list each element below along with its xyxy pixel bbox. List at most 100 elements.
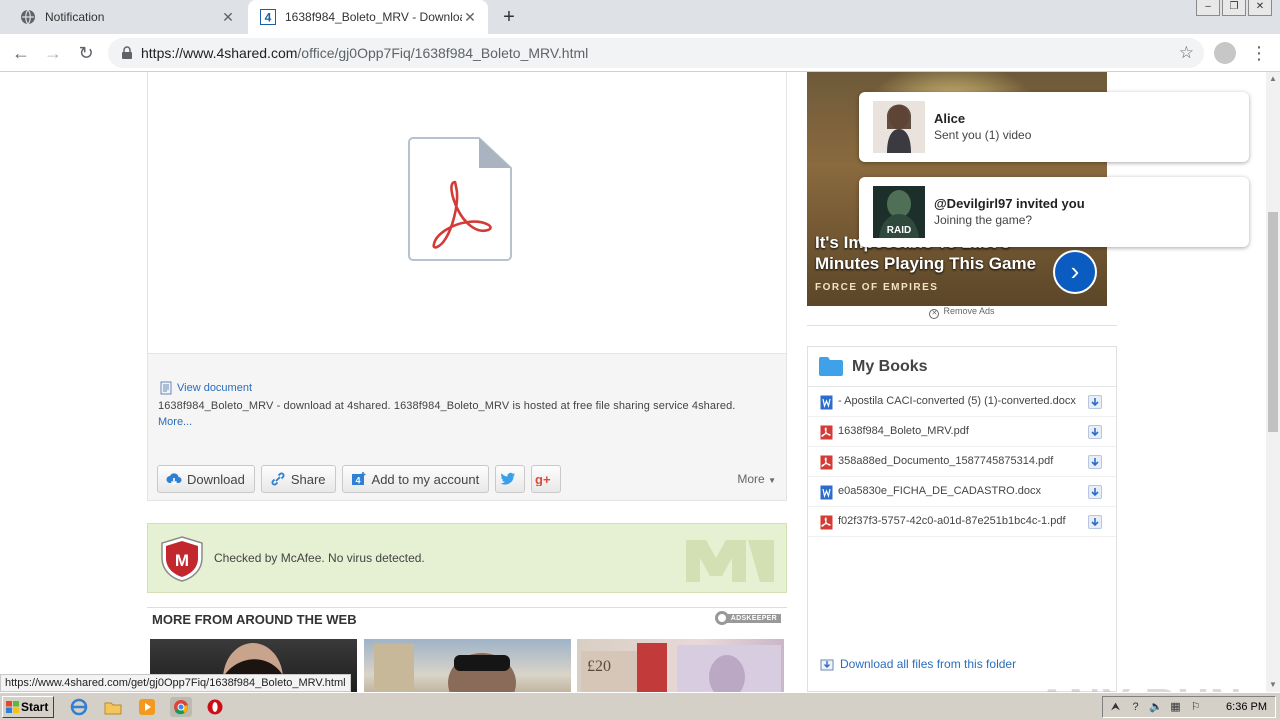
tab-title: 1638f984_Boleto_MRV - Download - — [285, 10, 462, 24]
scroll-up-arrow-icon[interactable]: ▲ — [1268, 74, 1278, 84]
twitter-button[interactable] — [495, 465, 526, 493]
bookmark-star-icon[interactable]: ☆ — [1179, 43, 1194, 63]
svg-text:4: 4 — [355, 476, 360, 486]
adskeeper-badge[interactable]: ADSKEEPER — [714, 610, 781, 626]
forward-arrow-icon[interactable]: → — [42, 42, 64, 64]
add-to-account-icon: 4 — [351, 472, 366, 486]
windows-taskbar: Start ⮝ ? 🔈 ▦ ⚐ 6:36 PM — [0, 692, 1280, 720]
internet-explorer-icon[interactable] — [70, 698, 88, 716]
globe-icon — [21, 9, 35, 25]
ad-headline-line-2: Minutes Playing This Game — [815, 254, 1037, 273]
svg-text:M: M — [175, 551, 189, 570]
minimize-button[interactable]: – — [1196, 0, 1220, 16]
svg-text:g+: g+ — [535, 472, 551, 486]
chrome-taskbar-icon[interactable] — [170, 697, 192, 717]
book-row[interactable]: - Apostila CACI-converted (5) (1)-conver… — [808, 387, 1116, 417]
remove-ads-link[interactable]: ✕ Remove Ads — [807, 306, 1117, 326]
more-dropdown-label: More — [737, 472, 765, 486]
download-arrow-icon[interactable] — [1088, 395, 1102, 409]
sunglasses-person-image — [374, 644, 516, 692]
recommended-thumbnail[interactable] — [364, 639, 571, 692]
opera-icon[interactable] — [206, 698, 224, 716]
file-explorer-icon[interactable] — [104, 698, 122, 716]
close-icon[interactable]: ✕ — [462, 9, 478, 25]
media-player-icon[interactable] — [138, 698, 156, 716]
restore-button[interactable]: ❐ — [1222, 0, 1246, 16]
document-preview[interactable] — [147, 72, 787, 354]
close-circle-icon: ✕ — [929, 309, 940, 319]
raid-logo-text: RAID — [887, 225, 911, 236]
view-document-link[interactable]: View document — [160, 381, 252, 395]
pdf-file-icon — [820, 425, 833, 440]
file-description: 1638f984_Boleto_MRV - download at 4share… — [158, 400, 736, 412]
action-center-flag-icon[interactable]: ⚐ — [1189, 701, 1202, 714]
svg-text:£20: £20 — [587, 658, 611, 675]
download-all-link[interactable]: Download all files from this folder — [820, 657, 1016, 671]
banknotes-image: £20 — [581, 643, 781, 692]
back-arrow-icon[interactable]: ← — [10, 42, 32, 64]
more-dropdown[interactable]: More ▼ — [737, 472, 776, 486]
tray-expand-icon[interactable]: ⮝ — [1109, 701, 1122, 714]
book-row[interactable]: e0a5830e_FICHA_DE_CADASTRO.docx — [808, 477, 1116, 507]
url-host: https://www.4shared.com — [141, 45, 298, 61]
docx-file-icon — [820, 485, 833, 500]
download-arrow-icon[interactable] — [1088, 485, 1102, 499]
network-icon[interactable]: ▦ — [1169, 701, 1182, 714]
close-icon[interactable]: ✕ — [220, 9, 236, 25]
book-row[interactable]: 358a88ed_Documento_1587745875314.pdf — [808, 447, 1116, 477]
download-button[interactable]: Download — [157, 465, 255, 493]
book-row[interactable]: f02f37f3-5757-42c0-a01d-87e251b1bc4c-1.p… — [808, 507, 1116, 537]
volume-icon[interactable]: 🔈 — [1149, 701, 1163, 714]
mcafee-shield-icon: M — [161, 536, 203, 582]
download-folder-icon — [820, 659, 834, 671]
notification-title: Alice — [934, 111, 966, 126]
lock-icon — [122, 46, 132, 59]
file-description-panel: View document 1638f984_Boleto_MRV - down… — [147, 353, 787, 501]
book-row[interactable]: 1638f984_Boleto_MRV.pdf — [808, 417, 1116, 447]
download-arrow-icon[interactable] — [1088, 455, 1102, 469]
scroll-thumb[interactable] — [1268, 212, 1278, 432]
tab-title: Notification — [45, 10, 105, 24]
google-plus-button[interactable]: g+ — [531, 465, 562, 493]
download-label: Download — [187, 471, 245, 487]
more-link[interactable]: More... — [158, 416, 192, 428]
download-arrow-icon[interactable] — [1088, 425, 1102, 439]
my-books-title: My Books — [852, 358, 928, 375]
notification-alice[interactable]: Alice Sent you (1) video — [859, 92, 1249, 162]
scroll-down-arrow-icon[interactable]: ▼ — [1268, 680, 1278, 690]
mcafee-watermark-icon — [686, 540, 774, 582]
book-file-name: 1638f984_Boleto_MRV.pdf — [838, 425, 969, 437]
pdf-file-icon — [820, 515, 833, 530]
taskbar-clock: 6:36 PM — [1226, 701, 1267, 713]
share-button[interactable]: Share — [260, 465, 336, 493]
link-icon — [271, 472, 285, 486]
add-to-account-button[interactable]: 4 Add to my account — [341, 465, 490, 493]
download-all-label: Download all files from this folder — [840, 657, 1017, 671]
menu-dots-icon[interactable]: ⋮ — [1250, 42, 1268, 64]
raid-game-avatar: RAID — [873, 186, 925, 238]
download-arrow-icon[interactable] — [1088, 515, 1102, 529]
tab-notification[interactable]: Notification ✕ — [8, 0, 246, 34]
ad-chevron-right-icon[interactable]: › — [1053, 250, 1097, 294]
tab-bar: Notification ✕ 4 1638f984_Boleto_MRV - D… — [0, 0, 1280, 34]
mcafee-panel: M Checked by McAfee. No virus detected. — [147, 523, 787, 593]
start-label: Start — [21, 700, 49, 714]
window-close-button[interactable]: ✕ — [1248, 0, 1272, 16]
notification-devilgirl[interactable]: RAID @Devilgirl97 invited you Joining th… — [859, 177, 1249, 247]
view-document-label: View document — [177, 382, 253, 394]
alice-avatar — [873, 101, 925, 153]
page-scrollbar[interactable]: ▲ ▼ — [1266, 72, 1280, 692]
file-actions: Download Share 4 Add to my account g+ — [157, 465, 567, 493]
help-icon[interactable]: ? — [1129, 701, 1142, 714]
new-tab-button[interactable]: + — [498, 7, 520, 27]
profile-avatar-icon[interactable] — [1214, 42, 1236, 64]
tab-boleto[interactable]: 4 1638f984_Boleto_MRV - Download - ✕ — [248, 0, 488, 34]
reload-icon[interactable]: ↻ — [75, 42, 97, 64]
anyrun-watermark: ANY RUN — [1036, 680, 1243, 692]
recommended-thumbnail[interactable]: £20 — [577, 639, 784, 692]
start-button[interactable]: Start — [2, 696, 54, 718]
notification-subtitle: Sent you (1) video — [934, 128, 1032, 142]
address-bar[interactable]: https://www.4shared.com/office/gj0Opp7Fi… — [108, 38, 1204, 68]
my-books-panel: My Books - Apostila CACI-converted (5) (… — [807, 346, 1117, 692]
4shared-favicon-icon: 4 — [260, 9, 276, 25]
